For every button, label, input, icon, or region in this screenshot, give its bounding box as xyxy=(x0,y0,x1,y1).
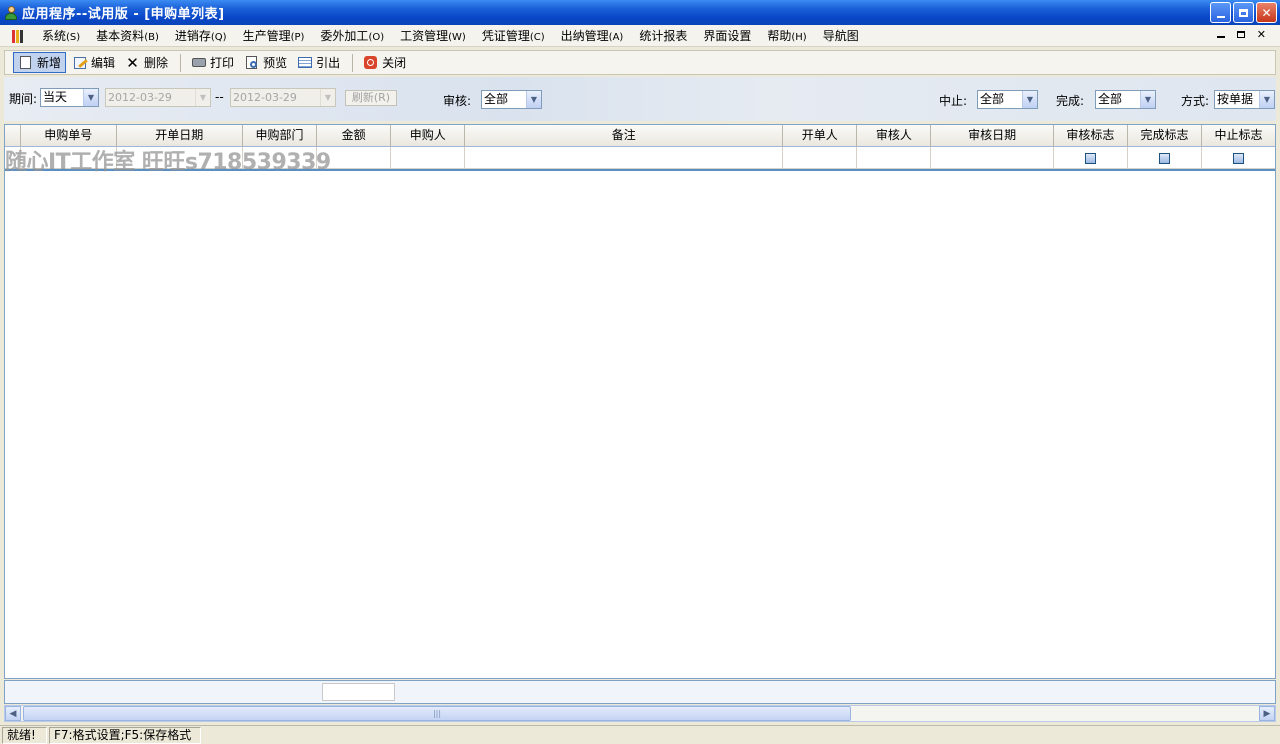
column-header[interactable]: 开单人 xyxy=(783,125,858,147)
toolbar-separator xyxy=(180,53,182,72)
chevron-down-icon[interactable]: ▼ xyxy=(1140,91,1155,108)
title-bar: 应用程序--试用版 - [申购单列表] ✕ xyxy=(0,0,1280,25)
menu-system[interactable]: 系统(S) xyxy=(34,27,88,44)
print-button[interactable]: 打印 xyxy=(187,52,238,73)
new-button[interactable]: 新增 xyxy=(13,52,67,73)
cell[interactable] xyxy=(1054,147,1128,169)
column-header[interactable]: 中止标志 xyxy=(1202,125,1275,147)
chevron-right-icon: ▶ xyxy=(1263,708,1271,719)
new-document-icon xyxy=(18,55,33,70)
cell[interactable] xyxy=(783,147,858,169)
menu-inventory[interactable]: 进销存(Q) xyxy=(167,27,235,44)
mode-select[interactable]: 按单据 ▼ xyxy=(1214,90,1275,109)
audit-select[interactable]: 全部 ▼ xyxy=(481,90,542,109)
close-power-icon xyxy=(363,55,378,70)
mdi-minimize-button[interactable] xyxy=(1216,36,1225,38)
menu-ui-settings[interactable]: 界面设置 xyxy=(695,27,759,44)
close-window-button[interactable]: ✕ xyxy=(1256,2,1277,23)
done-label: 完成: xyxy=(1056,94,1085,108)
menu-help[interactable]: 帮助(H) xyxy=(759,27,814,44)
restore-button[interactable] xyxy=(1233,2,1254,23)
cell[interactable] xyxy=(465,147,784,169)
mode-label: 方式: xyxy=(1181,94,1210,108)
export-table-icon xyxy=(297,55,312,70)
stop-label: 中止: xyxy=(939,94,968,108)
menu-vouchers[interactable]: 凭证管理(C) xyxy=(474,27,553,44)
stop-flag-checkbox[interactable] xyxy=(1233,152,1245,164)
stop-select[interactable]: 全部 ▼ xyxy=(977,90,1038,109)
menu-outsourcing[interactable]: 委外加工(O) xyxy=(312,27,392,44)
menu-reports[interactable]: 统计报表 xyxy=(631,27,695,44)
menu-bar: 系统(S) 基本资料(B) 进销存(Q) 生产管理(P) 委外加工(O) 工资管… xyxy=(0,25,1280,47)
toolbar: 新增 编辑 ✕ 删除 打印 预览 引出 关闭 xyxy=(4,50,1276,75)
grid-summary-row xyxy=(4,680,1276,704)
grip-icon: ||| xyxy=(432,709,442,718)
menu-cashier[interactable]: 出纳管理(A) xyxy=(553,27,632,44)
date-separator: -- xyxy=(215,90,224,104)
app-user-icon xyxy=(4,5,18,20)
close-button[interactable]: 关闭 xyxy=(359,52,410,73)
column-header[interactable]: 审核人 xyxy=(857,125,932,147)
purchase-request-grid[interactable]: 申购单号 开单日期 申购部门 金额 申购人 备注 开单人 审核人 审核日期 审核… xyxy=(4,124,1276,679)
cell[interactable] xyxy=(931,147,1054,169)
date-to-picker[interactable]: 2012-03-29 ▼ xyxy=(230,88,336,107)
column-header[interactable]: 备注 xyxy=(465,125,784,147)
chevron-down-icon[interactable]: ▼ xyxy=(83,89,98,106)
minimize-button[interactable] xyxy=(1210,2,1231,23)
cell[interactable] xyxy=(391,147,466,169)
delete-x-icon: ✕ xyxy=(126,53,139,72)
cell[interactable] xyxy=(1128,147,1202,169)
chevron-down-icon[interactable]: ▼ xyxy=(526,91,541,108)
window-title: 应用程序--试用版 - [申购单列表] xyxy=(22,7,225,22)
done-select[interactable]: 全部 ▼ xyxy=(1095,90,1156,109)
preview-button[interactable]: 预览 xyxy=(240,52,291,73)
horizontal-scrollbar[interactable]: ◀ ||| ▶ xyxy=(4,705,1276,722)
filter-bar: 期间: 当天 ▼ 2012-03-29 ▼ -- 2012-03-29 ▼ 刷新… xyxy=(4,77,1276,121)
period-select[interactable]: 当天 ▼ xyxy=(40,88,99,107)
refresh-button[interactable]: 刷新(R) xyxy=(345,90,397,106)
edit-pencil-icon xyxy=(72,55,88,70)
export-button[interactable]: 引出 xyxy=(293,52,344,73)
scroll-thumb[interactable]: ||| xyxy=(23,706,851,721)
menu-payroll[interactable]: 工资管理(W) xyxy=(392,27,474,44)
done-flag-checkbox[interactable] xyxy=(1158,152,1170,164)
cell[interactable] xyxy=(1202,147,1275,169)
chevron-down-icon[interactable]: ▼ xyxy=(320,89,335,106)
summary-cell xyxy=(322,683,395,701)
watermark-text: 随心IT工作室 旺旺s718539339 xyxy=(5,150,331,175)
mdi-close-button[interactable]: ✕ xyxy=(1257,28,1266,41)
chevron-down-icon[interactable]: ▼ xyxy=(1259,91,1274,108)
menu-basic-data[interactable]: 基本资料(B) xyxy=(88,27,167,44)
status-bar: 就绪! F7:格式设置;F5:保存格式 xyxy=(0,725,1280,744)
status-hint: F7:格式设置;F5:保存格式 xyxy=(49,726,201,744)
chevron-down-icon[interactable]: ▼ xyxy=(195,89,210,106)
mdi-restore-button[interactable] xyxy=(1236,31,1245,38)
audit-label: 审核: xyxy=(443,94,472,108)
audit-flag-checkbox[interactable] xyxy=(1084,152,1096,164)
printer-icon xyxy=(191,55,206,70)
chevron-left-icon: ◀ xyxy=(9,708,17,719)
column-header[interactable]: 审核标志 xyxy=(1054,125,1128,147)
toolbar-separator xyxy=(352,53,354,72)
date-from-picker[interactable]: 2012-03-29 ▼ xyxy=(105,88,211,107)
column-header[interactable]: 申购人 xyxy=(391,125,466,147)
scroll-right-button[interactable]: ▶ xyxy=(1259,706,1275,721)
column-header[interactable]: 完成标志 xyxy=(1128,125,1202,147)
column-header[interactable]: 审核日期 xyxy=(931,125,1054,147)
scroll-left-button[interactable]: ◀ xyxy=(5,706,21,721)
status-ready: 就绪! xyxy=(2,726,47,744)
cell[interactable] xyxy=(857,147,932,169)
menu-navigation-map[interactable]: 导航图 xyxy=(815,27,867,44)
edit-button[interactable]: 编辑 xyxy=(68,52,119,73)
print-preview-icon xyxy=(244,55,259,70)
system-menu-icon[interactable] xyxy=(12,28,26,44)
menu-production[interactable]: 生产管理(P) xyxy=(235,27,313,44)
chevron-down-icon[interactable]: ▼ xyxy=(1022,91,1037,108)
delete-button[interactable]: ✕ 删除 xyxy=(121,52,172,73)
period-label: 期间: xyxy=(9,92,38,106)
